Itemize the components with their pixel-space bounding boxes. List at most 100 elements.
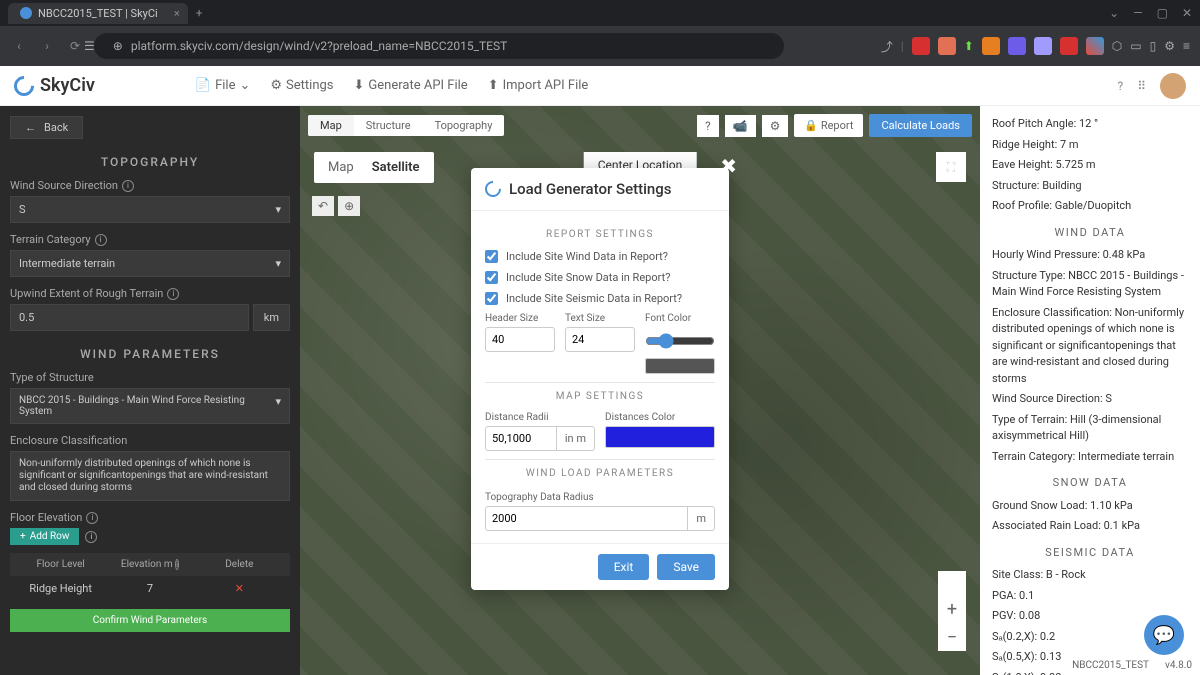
target-icon[interactable]: ⊕ [338, 196, 360, 216]
terrain-type-val: Type of Terrain: Hill (3-dimensional axi… [992, 412, 1188, 445]
gear-icon[interactable]: ⚙ [762, 115, 789, 137]
video-icon[interactable]: 📹 [725, 115, 756, 137]
map-type-toggle: Map Satellite [314, 152, 434, 183]
browser-tab[interactable]: NBCC2015_TEST | SkyCi × [8, 3, 188, 24]
logo-icon [482, 178, 505, 201]
menu-icon[interactable]: ≡ [1183, 39, 1190, 53]
tab-topography[interactable]: Topography [423, 115, 505, 136]
tab-favicon-icon [20, 7, 32, 19]
enclosure-select[interactable]: Non-uniformly distributed openings of wh… [10, 451, 290, 501]
ground-snow: Ground Snow Load: 1.10 kPa [992, 498, 1188, 515]
text-size-input[interactable] [565, 327, 635, 352]
chevron-down-icon[interactable]: ⌄ [1109, 6, 1119, 20]
ext-icon[interactable] [1008, 37, 1026, 55]
settings-modal: ✖ Load Generator Settings REPORT SETTING… [471, 168, 729, 590]
url-bar[interactable]: ☰ ⊕ platform.skyciv.com/design/wind/v2?p… [94, 33, 784, 59]
help-icon[interactable]: ? [1118, 79, 1124, 93]
tab-structure[interactable]: Structure [354, 115, 423, 136]
ext-icon[interactable] [1060, 37, 1078, 55]
undo-icon[interactable]: ↶ [312, 196, 334, 216]
avatar[interactable] [1160, 73, 1186, 99]
nav-back-icon[interactable]: ‹ [10, 39, 28, 53]
apps-icon[interactable]: ⠿ [1137, 79, 1146, 93]
new-tab-icon[interactable]: + [196, 6, 203, 20]
pga: PGA: 0.1 [992, 588, 1188, 605]
upwind-input[interactable] [10, 304, 249, 331]
distance-unit: in m [557, 426, 595, 451]
help-icon[interactable]: ? [697, 115, 719, 137]
extensions-icon[interactable]: ⬡ [1112, 39, 1122, 53]
chat-icon[interactable]: 💬 [1144, 615, 1184, 655]
ext-icon[interactable] [912, 37, 930, 55]
hourly-wind: Hourly Wind Pressure: 0.48 kPa [992, 247, 1188, 264]
info-icon: i [85, 531, 97, 543]
chk-seismic[interactable]: Include Site Seismic Data in Report? [485, 292, 715, 305]
settings-icon[interactable]: ⚙ [1164, 39, 1175, 53]
wind-source-select[interactable]: S▾ [10, 196, 290, 223]
wind-params-title: WIND PARAMETERS [10, 347, 290, 361]
exit-button[interactable]: Exit [598, 554, 650, 580]
font-color-swatch[interactable] [645, 358, 715, 374]
ext-icon[interactable] [982, 37, 1000, 55]
topo-radius-input[interactable] [485, 506, 688, 531]
url-text: platform.skyciv.com/design/wind/v2?prelo… [131, 39, 507, 53]
snow-data-title: SNOW DATA [992, 475, 1188, 492]
modal-close-icon[interactable]: ✖ [720, 154, 737, 178]
info-icon: i [175, 559, 179, 570]
ext-icon[interactable] [938, 37, 956, 55]
window-close-icon[interactable]: ✕ [1182, 6, 1192, 20]
chk-wind[interactable]: Include Site Wind Data in Report? [485, 250, 715, 263]
nav-reload-icon[interactable]: ⟳ [66, 39, 84, 53]
tab-close-icon[interactable]: × [174, 7, 180, 20]
generate-api-button[interactable]: ⬇ Generate API File [354, 78, 468, 93]
browser-titlebar: NBCC2015_TEST | SkyCi × + ⌄ — ▢ ✕ [0, 0, 1200, 26]
header-size-input[interactable] [485, 327, 555, 352]
font-color-slider[interactable] [645, 327, 715, 355]
tab-title: NBCC2015_TEST | SkyCi [38, 7, 158, 20]
map-type-satellite[interactable]: Satellite [372, 160, 420, 175]
import-api-button[interactable]: ⬆ Import API File [488, 78, 589, 93]
tune-icon: ☰ [84, 39, 95, 53]
elevation-table: Floor Level Elevation m i Delete Ridge H… [10, 553, 290, 601]
report-button[interactable]: 🔒 Report [794, 114, 863, 137]
logo-icon [10, 71, 38, 99]
back-button[interactable]: ← Back [10, 116, 83, 139]
structure-type-select[interactable]: NBCC 2015 - Buildings - Main Wind Force … [10, 388, 290, 424]
chk-snow[interactable]: Include Site Snow Data in Report? [485, 271, 715, 284]
add-row-button[interactable]: + Add Row [10, 528, 79, 545]
map-type-map[interactable]: Map [328, 160, 354, 175]
ext-icon[interactable] [1034, 37, 1052, 55]
reader-icon[interactable]: ▯ [1150, 39, 1157, 53]
nav-forward-icon[interactable]: › [38, 39, 56, 53]
zoom-out-icon[interactable]: − [938, 623, 966, 651]
wind-data-title: WIND DATA [992, 225, 1188, 242]
minimize-icon[interactable]: — [1133, 6, 1142, 20]
roof-profile: Roof Profile: Gable/Duopitch [992, 198, 1188, 215]
ext-icon[interactable]: ⬆ [964, 39, 974, 53]
app-header: SkyCiv 📄 File ⌄ ⚙ Settings ⬇ Generate AP… [0, 66, 1200, 106]
site-info-icon: ⊕ [113, 39, 123, 53]
info-icon: i [167, 288, 179, 300]
tab-map[interactable]: Map [308, 115, 354, 136]
distances-color-swatch[interactable] [605, 426, 715, 448]
ext-icon[interactable] [1086, 37, 1104, 55]
logo[interactable]: SkyCiv [14, 75, 95, 96]
col-elevation: Elevation m i [105, 559, 194, 570]
zoom-in-icon[interactable]: + [938, 595, 966, 623]
delete-row-icon[interactable]: ✕ [195, 582, 284, 595]
settings-menu[interactable]: ⚙ Settings [270, 78, 333, 93]
file-menu[interactable]: 📄 File ⌄ [195, 78, 251, 93]
calculate-loads-button[interactable]: Calculate Loads [869, 114, 972, 137]
topo-unit: m [688, 506, 715, 531]
confirm-button[interactable]: Confirm Wind Parameters [10, 609, 290, 632]
distance-radii-input[interactable] [485, 426, 557, 451]
topo-radius-label: Topography Data Radius [485, 492, 594, 503]
save-button[interactable]: Save [657, 554, 715, 580]
fullscreen-icon[interactable]: ⛶ [936, 152, 966, 182]
right-panel: Roof Pitch Angle: 12 ° Ridge Height: 7 m… [980, 106, 1200, 675]
bookmark-icon[interactable]: ▭ [1130, 39, 1141, 53]
terrain-cat-select[interactable]: Intermediate terrain▾ [10, 250, 290, 277]
maximize-icon[interactable]: ▢ [1157, 6, 1168, 20]
share-icon[interactable]: ⤴ [881, 38, 893, 55]
modal-title: Load Generator Settings [509, 180, 672, 198]
